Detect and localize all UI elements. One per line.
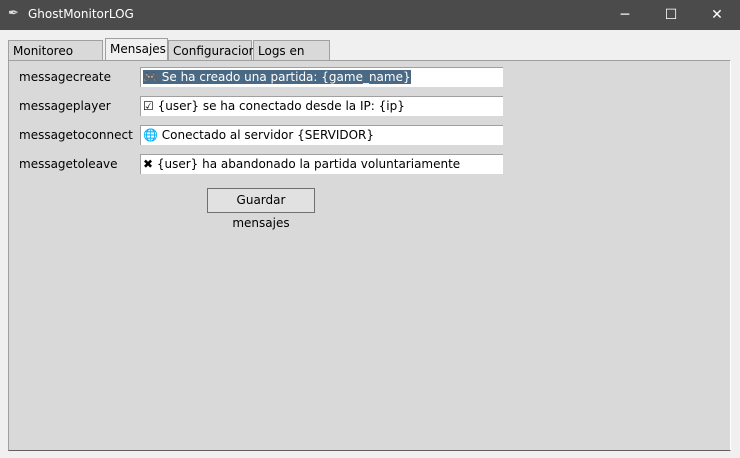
messageplayer-label: messageplayer	[19, 99, 111, 113]
minimize-button[interactable]: ─	[602, 0, 648, 30]
messagetoleave-input[interactable]: ✖ {user} ha abandonado la partida volunt…	[140, 154, 503, 174]
messagecreate-label: messagecreate	[19, 70, 112, 84]
messagecreate-input[interactable]: 🎮 Se ha creado una partida: {game_name}	[140, 67, 503, 87]
messagetoconnect-label: messagetoconnect	[19, 128, 133, 142]
tab-logs-en-vivo[interactable]: Logs en vivo	[253, 40, 330, 78]
mensajes-panel	[8, 60, 731, 451]
close-button[interactable]: ✕	[694, 0, 740, 30]
messageplayer-input[interactable]: ☑ {user} se ha conectado desde la IP: {i…	[140, 96, 503, 116]
tab-mensajes[interactable]: Mensajes	[105, 38, 168, 60]
title-bar: ✒ GhostMonitorLOG ─ ☐ ✕	[0, 0, 740, 30]
save-messages-button[interactable]: Guardar mensajes	[207, 188, 315, 230]
messagetoconnect-input[interactable]: 🌐 Conectado al servidor {SERVIDOR}	[140, 125, 503, 145]
tab-configuracion[interactable]: Configuracion	[168, 40, 256, 60]
tab-monitoreo-logs[interactable]: Monitoreo Logs	[8, 40, 103, 78]
window-title: GhostMonitorLOG	[28, 7, 134, 21]
messagetoleave-label: messagetoleave	[19, 157, 118, 171]
messagecreate-value: 🎮 Se ha creado una partida: {game_name}	[143, 70, 411, 84]
app-feather-icon: ✒	[8, 6, 19, 21]
maximize-button[interactable]: ☐	[648, 0, 694, 30]
